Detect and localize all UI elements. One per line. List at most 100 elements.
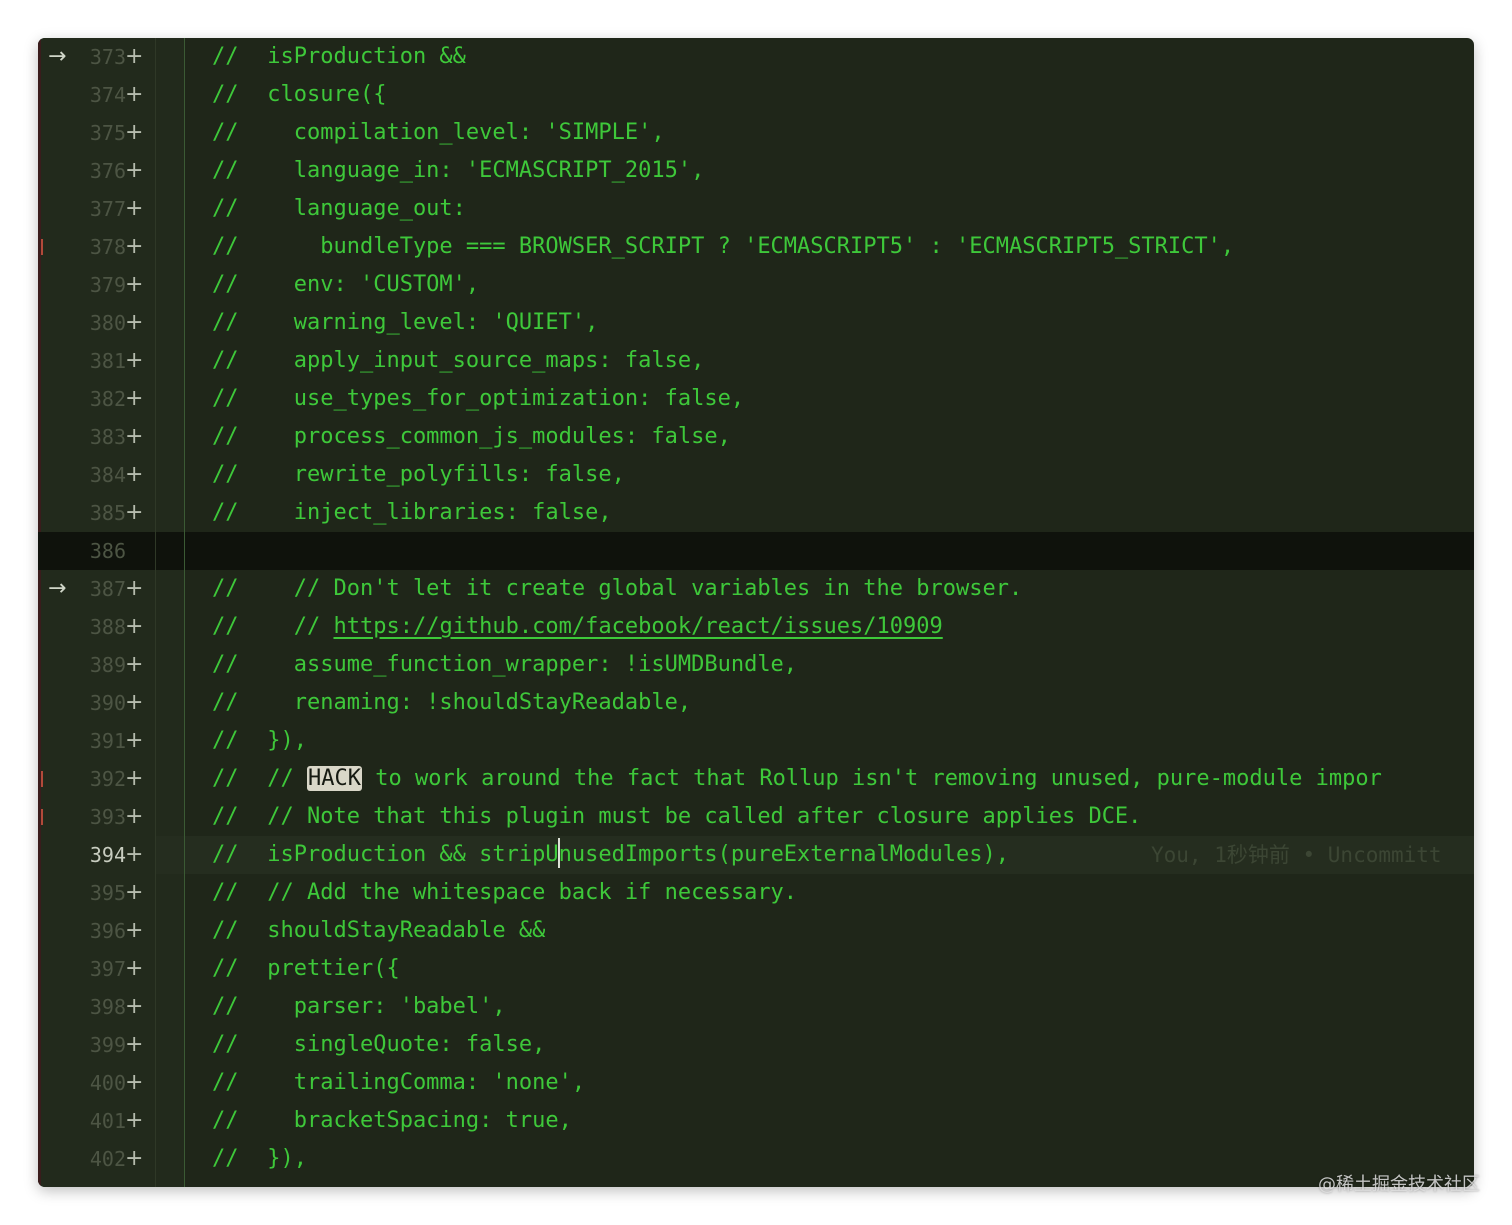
code-text[interactable]: language_out: [254,190,466,228]
code-editor[interactable]: → 373 +// isProduction && 374 +// closure({3… [38,38,1474,1187]
line-number: 373 [89,45,126,69]
added-line-marker: + [125,690,144,715]
code-text[interactable]: bundleType === BROWSER_SCRIPT ? 'ECMASCR… [254,228,1234,266]
code-segment: trailingComma: 'none', [254,1070,586,1095]
code-line[interactable]: 379 + // env: 'CUSTOM', [38,266,1474,304]
change-marker [41,239,43,255]
code-segment: parser: 'babel', [254,994,506,1019]
code-line[interactable]: 386 [38,532,1474,570]
code-text[interactable]: compilation_level: 'SIMPLE', [254,114,665,152]
code-line[interactable]: 388 + // // https://github.com/facebook/re… [38,608,1474,646]
added-line-marker: + [125,1070,144,1095]
code-line[interactable]: 384 + // rewrite_polyfills: false, [38,456,1474,494]
added-line-marker: + [125,272,144,297]
code-line[interactable]: 398 + // parser: 'babel', [38,988,1474,1026]
code-line[interactable]: 395 + // // Add the whitespace back if nec… [38,874,1474,912]
added-line-marker: + [125,82,144,107]
added-line-marker: + [125,158,144,183]
line-number: 399 [89,1033,126,1057]
code-text[interactable]: bracketSpacing: true, [254,1102,572,1140]
code-line[interactable]: 378 + // bundleType === BROWSER_SCRIPT ? '… [38,228,1474,266]
code-text[interactable]: process_common_js_modules: false, [254,418,731,456]
line-number: 387 [89,577,126,601]
code-line[interactable]: 399 + // singleQuote: false, [38,1026,1474,1064]
code-text[interactable]: rewrite_polyfills: false, [254,456,625,494]
code-segment: singleQuote: false, [254,1032,546,1057]
code-text[interactable]: // Note that this plugin must be called … [254,798,1141,836]
code-text[interactable]: inject_libraries: false, [254,494,612,532]
code-segment: isProduction && [254,44,466,69]
code-text[interactable]: // https://github.com/facebook/react/iss… [254,608,943,646]
code-line[interactable]: 393 + // // Note that this plugin must be … [38,798,1474,836]
code-text[interactable]: prettier({ [254,950,399,988]
added-line-marker: + [125,44,144,69]
code-text[interactable]: singleQuote: false, [254,1026,546,1064]
code-line[interactable]: 392 + // // HACK to work around the fact t… [38,760,1474,798]
code-segment: compilation_level: 'SIMPLE', [254,120,665,145]
comment-prefix: // [212,196,239,221]
code-segment: bundleType === BROWSER_SCRIPT ? 'ECMASCR… [254,234,1235,259]
comment-prefix: // [212,576,239,601]
added-line-marker: + [125,424,144,449]
added-line-marker: + [125,614,144,639]
code-text[interactable]: apply_input_source_maps: false, [254,342,705,380]
comment-prefix: // [212,652,239,677]
added-line-marker: + [125,310,144,335]
comment-prefix: // [212,386,239,411]
code-text[interactable]: // Don't let it create global variables … [254,570,1022,608]
comment-prefix: // [212,728,239,753]
code-text[interactable]: env: 'CUSTOM', [254,266,479,304]
comment-prefix: // [212,842,239,867]
code-line[interactable]: 402 + // }), [38,1140,1474,1178]
code-text[interactable]: isProduction && [254,38,466,76]
code-line[interactable]: 396 + // shouldStayReadable && [38,912,1474,950]
code-line[interactable]: 383 + // process_common_js_modules: false, [38,418,1474,456]
code-line[interactable]: 382 + // use_types_for_optimization: false… [38,380,1474,418]
code-segment: process_common_js_modules: false, [254,424,731,449]
code-text[interactable]: shouldStayReadable && [254,912,545,950]
code-line[interactable]: → 387 +// // Don't let it create global va… [38,570,1474,608]
code-segment: language_out: [254,196,466,221]
code-line[interactable]: 381 + // apply_input_source_maps: false, [38,342,1474,380]
code-line[interactable]: 380 + // warning_level: 'QUIET', [38,304,1474,342]
code-line[interactable]: → 373 +// isProduction && [38,38,1474,76]
comment-prefix: // [212,1070,239,1095]
code-line[interactable]: 374 + // closure({ [38,76,1474,114]
code-text[interactable]: }), [254,1140,307,1178]
code-text[interactable]: parser: 'babel', [254,988,506,1026]
code-line[interactable]: 390 + // renaming: !shouldStayReadable, [38,684,1474,722]
code-line[interactable]: 377 + // language_out: [38,190,1474,228]
code-text[interactable]: warning_level: 'QUIET', [254,304,599,342]
code-text[interactable]: renaming: !shouldStayReadable, [254,684,691,722]
added-line-marker: + [125,652,144,677]
comment-prefix: // [212,120,239,145]
code-text[interactable]: // Add the whitespace back if necessary. [254,874,797,912]
code-text[interactable]: }), [254,722,307,760]
line-number: 398 [89,995,126,1019]
code-line[interactable]: 401 + // bracketSpacing: true, [38,1102,1474,1140]
line-number: 383 [89,425,126,449]
code-text[interactable]: language_in: 'ECMASCRIPT_2015', [254,152,705,190]
code-line[interactable]: 389 + // assume_function_wrapper: !isUMDBu… [38,646,1474,684]
code-line[interactable]: 397 + // prettier({ [38,950,1474,988]
added-line-marker: + [125,842,144,867]
code-text[interactable]: trailingComma: 'none', [254,1064,585,1102]
code-line[interactable]: 385 + // inject_libraries: false, [38,494,1474,532]
code-segment: // Add the whitespace back if necessary. [254,880,798,905]
text-cursor [557,838,560,868]
code-text[interactable]: isProduction && stripUnusedImports(pureE… [254,836,1009,874]
code-line[interactable]: 391 + // }), [38,722,1474,760]
added-line-marker: + [125,196,144,221]
comment-prefix: // [212,690,239,715]
code-text[interactable]: // HACK to work around the fact that Rol… [254,760,1382,798]
code-line[interactable]: 375 + // compilation_level: 'SIMPLE', [38,114,1474,152]
current-code-line[interactable]: 394 + // isProduction && stripUnusedImport… [38,836,1474,874]
code-text[interactable]: use_types_for_optimization: false, [254,380,744,418]
code-line[interactable]: 376 + // language_in: 'ECMASCRIPT_2015', [38,152,1474,190]
issue-link[interactable]: https://github.com/facebook/react/issues… [333,614,942,639]
added-line-marker: + [125,462,144,487]
comment-prefix: // [212,804,239,829]
code-text[interactable]: assume_function_wrapper: !isUMDBundle, [254,646,797,684]
code-line[interactable]: 400 + // trailingComma: 'none', [38,1064,1474,1102]
code-text[interactable]: closure({ [254,76,386,114]
